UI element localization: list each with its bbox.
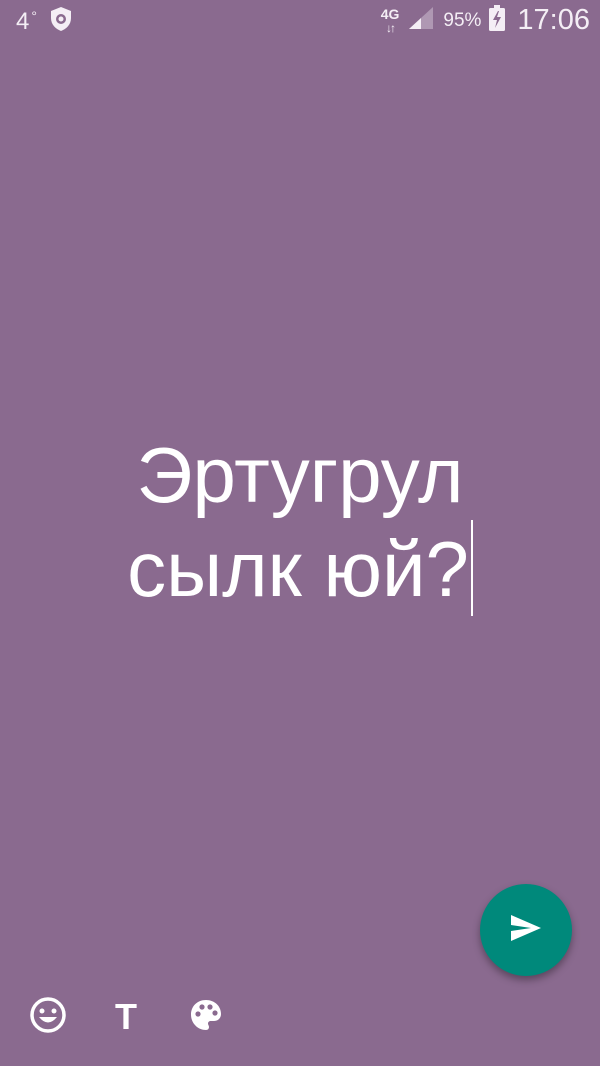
- battery-charging-icon: [489, 5, 506, 36]
- color-palette-button[interactable]: [184, 995, 228, 1039]
- battery-percent: 95%: [443, 9, 482, 31]
- status-text-line-2: сылк юй?: [127, 525, 469, 613]
- status-editor-screen: 4 ° 4G ↓↑ 95% 17:06 Эртугрул сылк юй? T: [0, 0, 600, 1066]
- palette-icon: [188, 997, 224, 1038]
- status-bar: 4 ° 4G ↓↑ 95% 17:06: [0, 0, 600, 44]
- bottom-toolbar: T: [0, 956, 600, 1066]
- data-arrows-icon: ↓↑: [386, 20, 396, 35]
- degree-symbol: °: [31, 7, 37, 24]
- text-cursor: [470, 520, 473, 616]
- status-left: 4 °: [16, 6, 73, 37]
- status-text-line-1: Эртугрул: [136, 431, 464, 519]
- status-text-editor[interactable]: Эртугрул сылк юй?: [60, 430, 540, 616]
- text-style-button[interactable]: T: [104, 995, 148, 1039]
- network-type: 4G: [380, 5, 400, 22]
- temperature: 4 °: [16, 8, 37, 36]
- signal-icon: [407, 5, 435, 36]
- network-indicator: 4G ↓↑: [381, 7, 400, 35]
- shield-icon: [49, 6, 73, 37]
- emoji-button[interactable]: [26, 995, 70, 1039]
- text-line-2: сылк юй?: [60, 520, 540, 616]
- send-icon: [509, 913, 543, 948]
- clock: 17:06: [517, 4, 590, 36]
- temperature-value: 4: [16, 7, 30, 35]
- text-style-label: T: [115, 996, 137, 1037]
- text-line-1: Эртугрул: [60, 430, 540, 520]
- emoji-icon: [29, 996, 67, 1039]
- status-right: 4G ↓↑ 95% 17:06: [381, 4, 590, 37]
